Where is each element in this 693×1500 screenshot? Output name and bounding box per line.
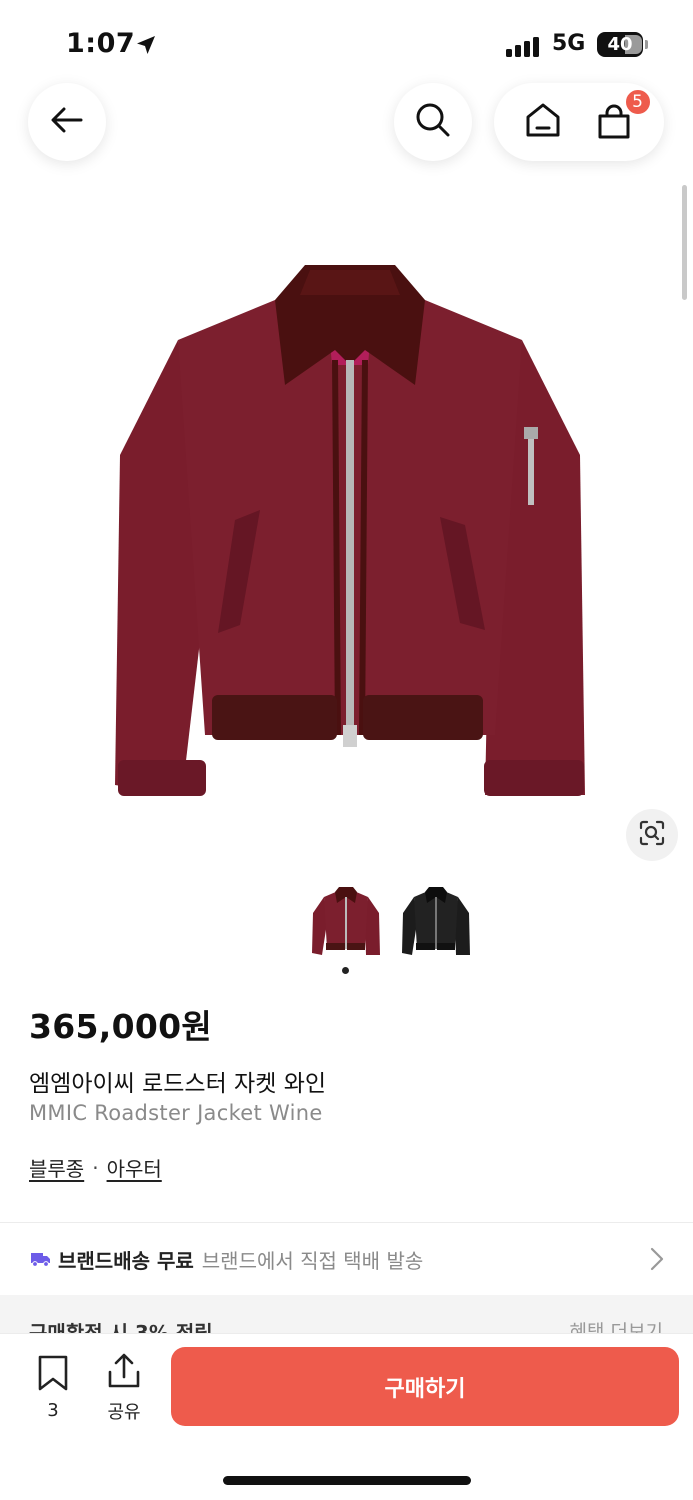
- home-button[interactable]: [523, 100, 563, 144]
- lens-icon: [638, 819, 666, 851]
- category-link-outer[interactable]: 아우터: [107, 1153, 162, 1182]
- chevron-right-icon: [649, 1246, 665, 1277]
- truck-icon: [30, 1248, 52, 1270]
- cellular-signal-icon: [506, 35, 539, 57]
- thumbnail-wine[interactable]: [310, 883, 382, 961]
- scrollbar[interactable]: [682, 185, 687, 300]
- benefit-row[interactable]: 구매확정 시 3% 적립 혜택 더보기: [0, 1295, 693, 1335]
- delivery-title: 브랜드배송 무료: [58, 1248, 194, 1273]
- battery-level: 40: [607, 34, 633, 55]
- share-button[interactable]: 공유: [100, 1352, 148, 1424]
- bookmark-icon: [36, 1354, 70, 1396]
- location-arrow-icon: [134, 33, 158, 61]
- back-button[interactable]: [28, 83, 106, 161]
- home-cart-group: 5: [494, 83, 664, 161]
- network-type: 5G: [552, 31, 586, 56]
- share-label: 공유: [107, 1402, 141, 1423]
- delivery-info-row[interactable]: 브랜드배송 무료 브랜드에서 직접 택배 발송: [0, 1228, 693, 1290]
- home-indicator: [223, 1476, 471, 1485]
- cart-button[interactable]: 5: [592, 88, 652, 144]
- product-image[interactable]: [100, 255, 600, 815]
- buy-button[interactable]: 구매하기: [171, 1347, 679, 1426]
- product-price: 365,000원: [29, 1007, 213, 1046]
- image-search-button[interactable]: [626, 809, 678, 861]
- product-name-english: MMIC Roadster Jacket Wine: [29, 1101, 323, 1125]
- share-icon: [106, 1352, 142, 1394]
- breadcrumb: 블루종 · 아우터: [29, 1153, 162, 1182]
- bookmark-count: 3: [47, 1400, 59, 1421]
- page-indicator-dot: [342, 967, 349, 974]
- cart-count-badge: 5: [623, 88, 652, 116]
- category-link-blouson[interactable]: 블루종: [29, 1153, 84, 1182]
- delivery-subtitle: 브랜드에서 직접 택배 발송: [201, 1248, 424, 1273]
- home-icon: [523, 100, 563, 144]
- search-button[interactable]: [394, 83, 472, 161]
- status-bar: 1:07 5G 40: [0, 0, 693, 80]
- status-time: 1:07: [66, 28, 136, 59]
- breadcrumb-separator: ·: [92, 1155, 99, 1180]
- thumbnail-black[interactable]: [400, 883, 472, 961]
- product-name: 엠엠아이씨 로드스터 자켓 와인: [29, 1071, 327, 1097]
- bookmark-button[interactable]: 3: [30, 1354, 76, 1421]
- search-icon: [413, 100, 453, 144]
- color-thumbnails: [0, 883, 693, 963]
- arrow-left-icon: [47, 100, 87, 144]
- bottom-action-bar: 3 공유 구매하기: [0, 1333, 693, 1500]
- divider: [0, 1222, 693, 1223]
